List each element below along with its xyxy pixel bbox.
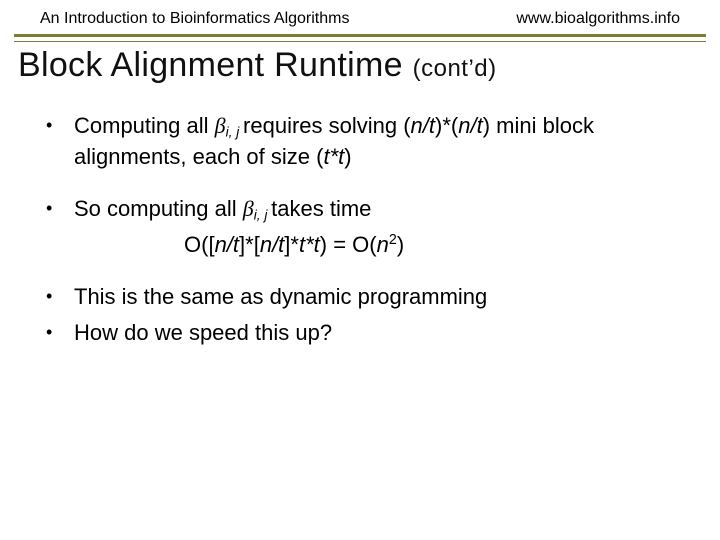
header-left: An Introduction to Bioinformatics Algori… [40, 10, 349, 28]
slide-header: An Introduction to Bioinformatics Algori… [0, 0, 720, 34]
slide: An Introduction to Bioinformatics Algori… [0, 0, 720, 540]
f-mid3: ) = O( [320, 232, 377, 257]
title-contd: (cont’d) [413, 55, 497, 82]
bullet-list: Computing all βi, j requires solving (n/… [46, 111, 680, 260]
f-pre: O([ [184, 232, 215, 257]
beta-symbol-2: β [243, 196, 254, 221]
f-post: ) [397, 232, 404, 257]
b1-post2: ) [344, 144, 351, 169]
divider-top [14, 34, 706, 42]
slide-body: Computing all βi, j requires solving (n/… [0, 85, 720, 347]
nt1: n/t [411, 113, 435, 138]
bullet-list-2: This is the same as dynamic programming … [46, 282, 680, 347]
beta-sub: i, j [226, 124, 243, 139]
b4-text: How do we speed this up? [74, 320, 332, 345]
b1-mid: requires solving ( [243, 113, 411, 138]
bullet-4: How do we speed this up? [46, 318, 680, 348]
beta-sub-2: i, j [254, 207, 271, 222]
formula: O([n/t]*[n/t]*t*t) = O(n2) [74, 230, 680, 260]
f-mid2: ]* [284, 232, 299, 257]
tt: t*t [323, 144, 344, 169]
f-n: n [377, 232, 389, 257]
header-right: www.bioalgorithms.info [516, 10, 680, 28]
f-sup: 2 [389, 232, 397, 248]
b2-pre: So computing all [74, 196, 243, 221]
f-tt: t*t [299, 232, 320, 257]
title-main: Block Alignment Runtime [18, 46, 413, 84]
bullet-2: So computing all βi, j takes time O([n/t… [46, 194, 680, 261]
nt2: n/t [458, 113, 482, 138]
b3-text: This is the same as dynamic programming [74, 284, 487, 309]
f-nt1: n/t [215, 232, 239, 257]
bullet-1: Computing all βi, j requires solving (n/… [46, 111, 680, 172]
f-nt2: n/t [260, 232, 284, 257]
bullet-3: This is the same as dynamic programming [46, 282, 680, 312]
beta-symbol: β [215, 113, 226, 138]
b1-text: Computing all [74, 113, 215, 138]
page-title: Block Alignment Runtime (cont’d) [18, 46, 702, 85]
title-wrap: Block Alignment Runtime (cont’d) [0, 42, 720, 85]
f-mid1: ]*[ [239, 232, 260, 257]
b1-star: )*( [435, 113, 458, 138]
b2-post: takes time [271, 196, 371, 221]
